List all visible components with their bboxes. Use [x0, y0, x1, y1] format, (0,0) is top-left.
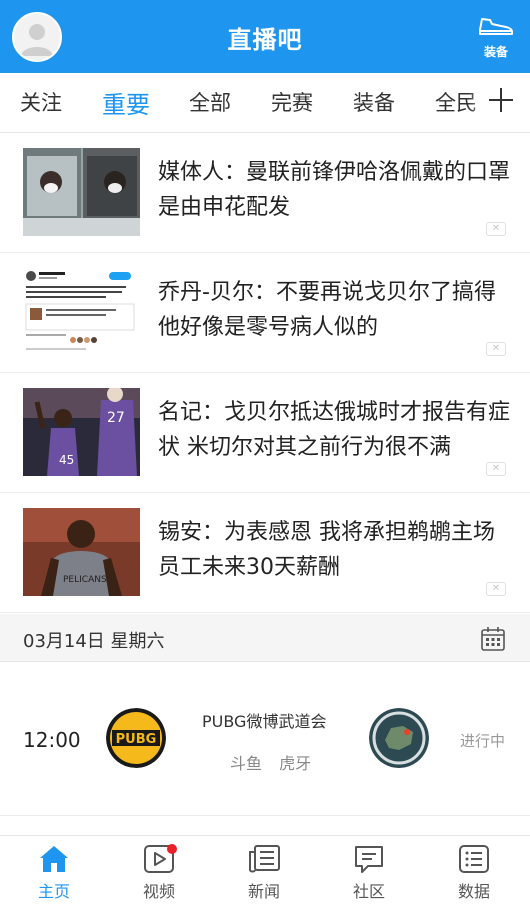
zion-photo-icon: PELICANS — [23, 508, 140, 596]
tab-gear[interactable]: 装备 — [353, 87, 395, 117]
nav-community[interactable]: 社区 — [329, 844, 409, 910]
news-title: 名记：戈贝尔抵达俄城时才报告有症状 米切尔对其之前行为很不满 — [158, 400, 511, 460]
match-time: 12:00 — [23, 728, 81, 752]
tab-important[interactable]: 重要 — [102, 85, 150, 120]
gear-button-label: 装备 — [483, 45, 508, 59]
news-item[interactable]: 媒体人：曼联前锋伊哈洛佩戴的口罩是由申花配发 ✕ — [0, 133, 530, 253]
tab-all[interactable]: 全部 — [189, 87, 231, 117]
tweet-screenshot-icon — [23, 268, 140, 356]
svg-text:PUBG: PUBG — [116, 732, 157, 747]
nav-news[interactable]: 新闻 — [224, 844, 304, 910]
news-icon — [249, 845, 280, 873]
news-item[interactable]: 45 27 名记：戈贝尔抵达俄城时才报告有症状 米切尔对其之前行为很不满 ✕ — [0, 373, 530, 493]
close-icon[interactable]: ✕ — [486, 462, 506, 476]
match-name: PUBG微博武道会 — [202, 712, 327, 731]
gear-button[interactable]: 装备 — [476, 14, 516, 60]
nav-label: 视频 — [142, 882, 175, 901]
nav-home[interactable]: 主页 — [14, 844, 94, 910]
tab-follow[interactable]: 关注 — [20, 87, 62, 117]
close-icon[interactable]: ✕ — [486, 582, 506, 596]
news-item[interactable]: PELICANS 锡安：为表感恩 我将承担鹈鹕主场员工未来30天薪酬 ✕ — [0, 493, 530, 613]
data-icon — [459, 845, 489, 873]
app-title: 直播吧 — [227, 26, 303, 54]
svg-text:45: 45 — [59, 453, 74, 467]
nav-label: 数据 — [457, 882, 490, 901]
platform-douyu[interactable]: 斗鱼 — [230, 754, 262, 773]
category-tabs: 关注 重要 全部 完赛 装备 全民 — [0, 73, 530, 133]
community-icon — [355, 846, 383, 873]
close-icon[interactable]: ✕ — [486, 222, 506, 236]
stream-platforms: 斗鱼 虎牙 — [230, 750, 323, 774]
jazz-players-photo-icon: 45 27 — [23, 388, 140, 476]
news-title: 媒体人：曼联前锋伊哈洛佩戴的口罩是由申花配发 — [158, 160, 511, 220]
pubg-logo-icon: PUBG — [106, 708, 166, 768]
schedule-date-bar: 03月14日 星期六 — [0, 614, 530, 662]
platform-huya[interactable]: 虎牙 — [279, 754, 311, 773]
news-title: 乔丹-贝尔：不要再说戈贝尔了搞得他好像是零号病人似的 — [158, 280, 496, 340]
nav-video[interactable]: 视频 — [119, 844, 199, 910]
svg-text:PELICANS: PELICANS — [63, 575, 107, 585]
bottom-nav: 主页 视频 新闻 社区 数据 — [0, 835, 530, 915]
tab-finished[interactable]: 完赛 — [271, 87, 313, 117]
match-status: 进行中 — [460, 732, 506, 750]
masked-player-photo-icon — [23, 148, 140, 236]
news-title: 锡安：为表感恩 我将承担鹈鹕主场员工未来30天薪酬 — [158, 520, 495, 580]
add-tab-icon[interactable] — [486, 85, 516, 115]
news-item[interactable]: 乔丹-贝尔：不要再说戈贝尔了搞得他好像是零号病人似的 ✕ — [0, 253, 530, 373]
home-icon — [40, 846, 68, 872]
nav-label: 主页 — [37, 882, 70, 901]
nav-label: 社区 — [352, 882, 385, 901]
nav-label: 新闻 — [247, 882, 280, 901]
close-icon[interactable]: ✕ — [486, 342, 506, 356]
calendar-icon[interactable] — [480, 626, 506, 652]
svg-text:27: 27 — [107, 410, 125, 426]
map-logo-icon — [369, 708, 429, 768]
sneaker-icon — [479, 18, 513, 35]
notification-dot — [167, 844, 177, 854]
nav-data[interactable]: 数据 — [434, 844, 514, 910]
app-header: 直播吧 装备 — [0, 0, 530, 73]
match-row[interactable]: 12:00 PUBG PUBG微博武道会 斗鱼 虎牙 进行中 — [0, 662, 530, 816]
schedule-date: 03月14日 星期六 — [23, 631, 165, 652]
